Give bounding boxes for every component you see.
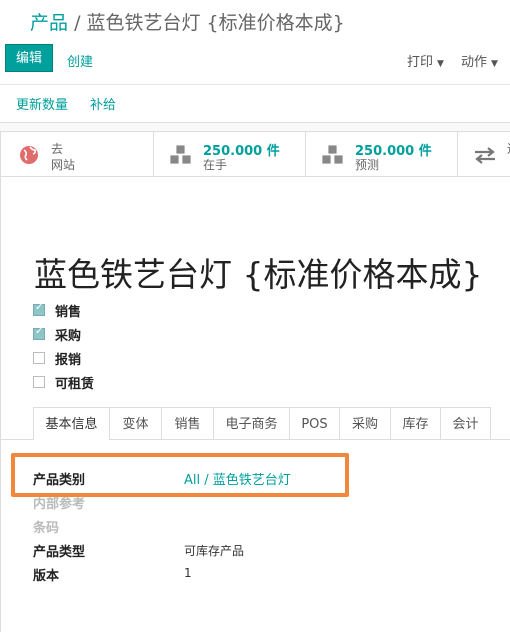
breadcrumb-current: 蓝色铁艺台灯 {标准价格本成} (86, 12, 345, 34)
product-type-label: 产品类型 (33, 545, 86, 560)
caret-down-icon: ▼ (437, 59, 444, 69)
version-value: 1 (184, 566, 192, 580)
tab-sales[interactable]: 销售 (162, 407, 214, 440)
on-hand-smart-button[interactable]: 250.000 件 在手 (153, 132, 306, 176)
breadcrumb-separator: / (74, 12, 81, 34)
moves-smart-button[interactable]: 进 (457, 132, 510, 176)
globe-icon (20, 146, 38, 164)
print-label: 打印 (407, 55, 434, 70)
product-type-value[interactable]: 可库存产品 (184, 542, 244, 559)
website-smart-button[interactable]: 去 网站 (1, 132, 154, 176)
exchange-icon (475, 147, 495, 164)
replenish-button[interactable]: 补给 (90, 94, 116, 113)
edit-button[interactable]: 编辑 (5, 44, 53, 72)
product-name[interactable]: 蓝色铁艺台灯 {标准价格本成} (34, 248, 482, 296)
control-panel: 产品 / 蓝色铁艺台灯 {标准价格本成} 编辑 创建 打印 ▼ 动作 ▼ 更新数量 … (0, 0, 510, 123)
action-label: 动作 (461, 55, 488, 70)
forecast-label: 预测 (355, 158, 380, 172)
checkbox-label: 可租赁 (55, 377, 95, 392)
website-line2: 网站 (51, 158, 76, 172)
tab-pos[interactable]: POS (290, 407, 340, 440)
update-quantity-button[interactable]: 更新数量 (16, 94, 68, 113)
tab-purchase[interactable]: 采购 (340, 407, 391, 440)
on-hand-label: 在手 (203, 158, 228, 172)
checkbox-icon[interactable] (33, 352, 45, 364)
smart-buttons: 去 网站 250.000 件 在手 250.000 件 预测 进 (1, 132, 510, 177)
checkbox-icon[interactable] (33, 326, 45, 340)
divider (0, 84, 510, 85)
barcode-label: 条码 (33, 521, 60, 536)
highlight-box (11, 453, 349, 497)
checkbox-label: 采购 (55, 329, 82, 344)
checkbox-label: 销售 (55, 305, 82, 320)
breadcrumb-parent-link[interactable]: 产品 (30, 12, 68, 34)
website-line1: 去 (51, 142, 64, 156)
tab-variants[interactable]: 变体 (110, 407, 162, 440)
caret-down-icon: ▼ (491, 59, 498, 69)
checkbox-icon[interactable] (33, 302, 45, 316)
checkbox-icon[interactable] (33, 376, 45, 388)
action-dropdown[interactable]: 动作 ▼ (461, 51, 498, 70)
breadcrumb: 产品 / 蓝色铁艺台灯 {标准价格本成} (30, 8, 345, 35)
tab-inventory[interactable]: 库存 (391, 407, 441, 440)
tab-general-info[interactable]: 基本信息 (33, 407, 110, 440)
version-label: 版本 (33, 569, 60, 584)
cubes-icon (169, 144, 192, 165)
cubes-icon (321, 144, 344, 165)
checkbox-label: 报销 (55, 353, 82, 368)
print-dropdown[interactable]: 打印 ▼ (407, 51, 444, 70)
tab-accounting[interactable]: 会计 (441, 407, 491, 440)
tab-ecommerce[interactable]: 电子商务 (214, 407, 290, 440)
create-button[interactable]: 创建 (67, 51, 93, 70)
forecast-smart-button[interactable]: 250.000 件 预测 (305, 132, 458, 176)
